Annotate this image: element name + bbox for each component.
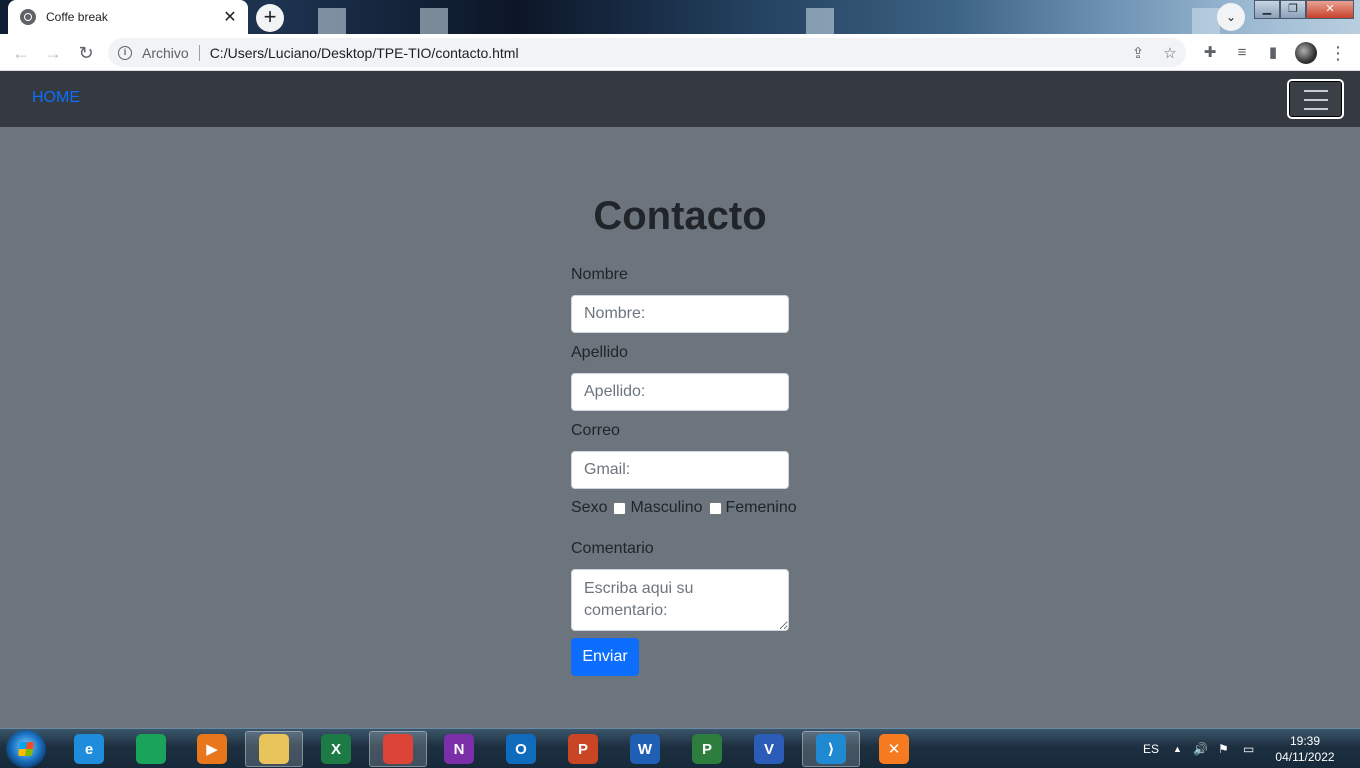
extensions-icon[interactable]: ✚ <box>1199 42 1221 64</box>
excel-icon: X <box>321 734 351 764</box>
sexo-row: Sexo Masculino Femenino <box>571 499 797 517</box>
file-explorer-icon <box>259 734 289 764</box>
apellido-label: Apellido <box>571 344 628 361</box>
tab-title: Coffe break <box>46 10 108 24</box>
apellido-input[interactable] <box>571 373 789 411</box>
correo-input[interactable] <box>571 451 789 489</box>
correo-label: Correo <box>571 422 620 439</box>
forward-button[interactable]: → <box>40 40 66 66</box>
browser-tab[interactable]: Coffe break ✕ <box>8 0 248 34</box>
tab-search-button[interactable]: ⌄ <box>1217 3 1245 31</box>
media-control-icon[interactable]: ≡ <box>1231 42 1253 64</box>
taskbar-app-chrome[interactable] <box>369 731 427 767</box>
masculino-label[interactable]: Masculino <box>630 499 702 517</box>
action-center-flag-icon[interactable]: ⚑ <box>1218 729 1229 768</box>
taskbar-app-xampp[interactable]: ✕ <box>865 731 923 767</box>
clock-time: 19:39 <box>1289 734 1321 748</box>
hamburger-icon <box>1304 108 1328 110</box>
comentario-textarea[interactable] <box>571 569 789 631</box>
project-icon: P <box>692 734 722 764</box>
sexo-label: Sexo <box>571 499 608 516</box>
network-icon[interactable]: ▭ <box>1243 729 1254 768</box>
clock-date: 04/11/2022 <box>1275 750 1335 764</box>
address-bar[interactable]: i Archivo C:/Users/Luciano/Desktop/TPE-T… <box>108 38 1186 67</box>
background-decoration <box>1192 8 1220 34</box>
close-tab-icon[interactable]: ✕ <box>222 7 238 27</box>
femenino-checkbox[interactable] <box>708 501 722 515</box>
taskbar-app-excel[interactable]: X <box>307 731 365 767</box>
onenote-icon: N <box>444 734 474 764</box>
page-content: Contacto Nombre Apellido Correo Sexo Mas… <box>0 127 1360 728</box>
back-button[interactable]: ← <box>8 40 34 66</box>
close-window-button[interactable]: ✕ <box>1306 0 1354 19</box>
taskbar-app-onenote[interactable]: N <box>430 731 488 767</box>
comentario-label: Comentario <box>571 540 654 557</box>
windows-taskbar: e ▶ X N O P W P V ⟩ ✕ ES ▲ 🔊 ⚑ ▭ 19:39 04/11/2022 <box>0 728 1360 768</box>
share-icon[interactable]: ⇪ <box>1122 44 1154 62</box>
new-tab-button[interactable]: + <box>256 4 284 32</box>
enviar-button[interactable]: Enviar <box>571 638 639 676</box>
masculino-checkbox[interactable] <box>613 501 627 515</box>
xampp-icon: ✕ <box>879 734 909 764</box>
hamburger-icon <box>1304 90 1328 92</box>
taskbar-app-edge[interactable] <box>122 731 180 767</box>
hamburger-icon <box>1304 99 1328 101</box>
window-controls: ▁ ❐ ✕ <box>1254 0 1354 19</box>
taskbar-app-word[interactable]: W <box>616 731 674 767</box>
background-decoration <box>420 8 448 34</box>
background-decoration <box>806 8 834 34</box>
site-navbar: HOME <box>0 71 1360 127</box>
reload-button[interactable]: ↻ <box>73 40 99 66</box>
divider <box>198 44 200 61</box>
word-icon: W <box>630 734 660 764</box>
taskbar-app-powerpoint[interactable]: P <box>554 731 612 767</box>
page-title: Contacto <box>593 194 767 238</box>
taskbar-app-visio[interactable]: V <box>740 731 798 767</box>
visio-icon: V <box>754 734 784 764</box>
nombre-input[interactable] <box>571 295 789 333</box>
scheme-label: Archivo <box>142 44 189 61</box>
taskbar-clock[interactable]: 19:39 04/11/2022 <box>1270 733 1340 765</box>
url-text[interactable]: C:/Users/Luciano/Desktop/TPE-TIO/contact… <box>210 45 1122 61</box>
tray-expand-icon[interactable]: ▲ <box>1173 729 1182 768</box>
browser-menu-icon[interactable]: ⋮ <box>1327 42 1349 64</box>
language-indicator[interactable]: ES <box>1143 729 1159 768</box>
home-link[interactable]: HOME <box>32 89 80 107</box>
bookmark-star-icon[interactable]: ☆ <box>1154 44 1186 62</box>
side-panel-icon[interactable]: ▮ <box>1262 42 1284 64</box>
taskbar-app-vscode[interactable]: ⟩ <box>802 731 860 767</box>
profile-avatar[interactable] <box>1295 42 1317 64</box>
restore-button[interactable]: ❐ <box>1280 0 1306 19</box>
taskbar-app-outlook[interactable]: O <box>492 731 550 767</box>
navbar-toggler-button[interactable] <box>1287 79 1344 119</box>
powerpoint-icon: P <box>568 734 598 764</box>
nombre-label: Nombre <box>571 266 628 283</box>
taskbar-app-media-player[interactable]: ▶ <box>183 731 241 767</box>
media-player-icon: ▶ <box>197 734 227 764</box>
taskbar-app-project[interactable]: P <box>678 731 736 767</box>
minimize-button[interactable]: ▁ <box>1254 0 1280 19</box>
browser-titlebar: Coffe break ✕ + ⌄ ▁ ❐ ✕ <box>0 0 1360 34</box>
internet-explorer-icon: e <box>74 734 104 764</box>
info-icon[interactable]: i <box>118 45 132 60</box>
outlook-icon: O <box>506 734 536 764</box>
edge-icon <box>136 734 166 764</box>
start-button[interactable] <box>6 730 46 768</box>
taskbar-app-file-explorer[interactable] <box>245 731 303 767</box>
chrome-icon <box>383 734 413 764</box>
browser-toolbar: ← → ↻ i Archivo C:/Users/Luciano/Desktop… <box>0 34 1360 71</box>
background-decoration <box>318 8 346 34</box>
globe-icon <box>20 9 36 25</box>
femenino-label[interactable]: Femenino <box>726 499 797 517</box>
volume-icon[interactable]: 🔊 <box>1193 729 1208 768</box>
taskbar-app-internet-explorer[interactable]: e <box>60 731 118 767</box>
vscode-icon: ⟩ <box>816 734 846 764</box>
